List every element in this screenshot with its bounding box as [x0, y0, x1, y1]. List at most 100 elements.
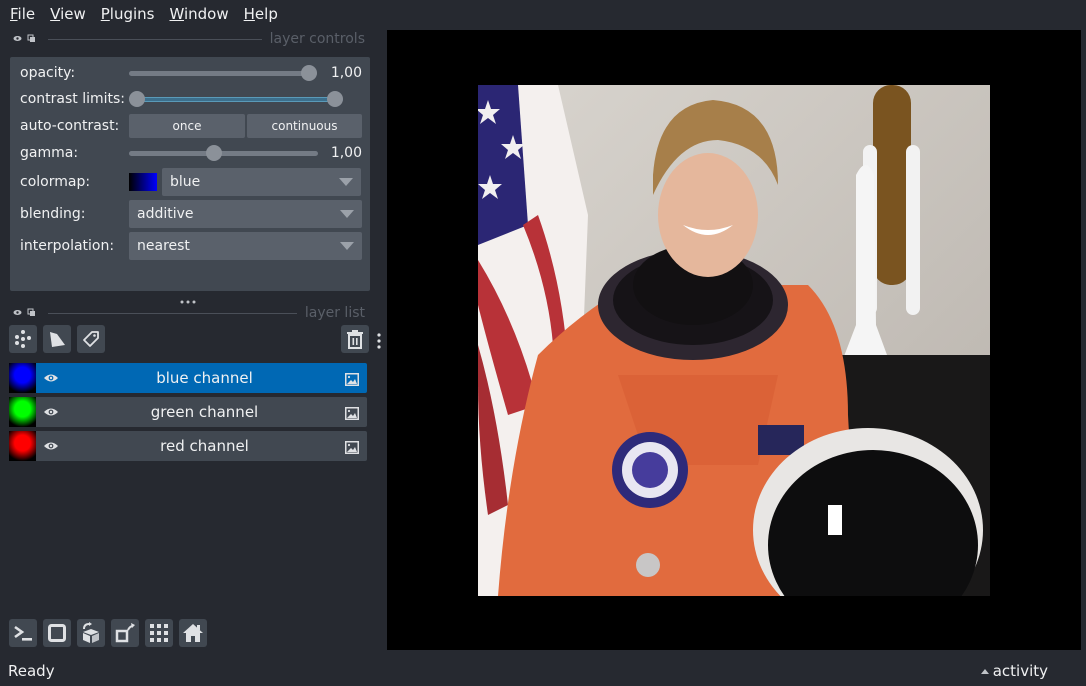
menu-file-label: ile	[17, 5, 36, 23]
dock-hide-icon[interactable]	[10, 309, 24, 318]
colormap-dropdown[interactable]: blue	[162, 168, 361, 196]
new-points-layer-button[interactable]	[9, 325, 37, 353]
image-layer-icon	[345, 371, 359, 390]
gamma-slider[interactable]	[129, 141, 318, 165]
ndisplay-2d-button[interactable]	[43, 619, 71, 647]
grid-mode-button[interactable]	[145, 619, 173, 647]
auto-contrast-label: auto-contrast:	[20, 118, 120, 134]
trash-icon	[347, 330, 363, 349]
layer-thumbnail	[9, 397, 36, 427]
viewer-canvas[interactable]	[387, 30, 1081, 650]
gamma-slider-handle[interactable]	[206, 145, 223, 161]
menu-help-mnemonic: H	[243, 5, 255, 23]
caret-up-icon	[980, 668, 989, 674]
contrast-limits-low-handle[interactable]	[129, 91, 145, 107]
blending-dropdown[interactable]: additive	[129, 200, 362, 228]
menu-window-mnemonic: W	[169, 5, 184, 23]
roll-cube-icon	[83, 622, 99, 643]
dock-title-divider	[48, 38, 262, 40]
activity-label: activity	[992, 662, 1048, 680]
contrast-limits-slider[interactable]	[129, 87, 343, 111]
interpolation-dropdown[interactable]: nearest	[129, 232, 362, 260]
dock-hide-icon[interactable]	[10, 35, 24, 44]
opacity-slider[interactable]	[129, 61, 317, 85]
points-icon	[15, 330, 31, 348]
layer-item[interactable]: green channel	[9, 397, 367, 427]
menu-window[interactable]: Window	[169, 5, 228, 23]
layer-item[interactable]: red channel	[9, 431, 367, 461]
chevron-down-icon	[340, 210, 354, 218]
console-icon	[14, 625, 32, 641]
transpose-icon	[115, 623, 135, 643]
layer-name[interactable]: green channel	[66, 403, 367, 421]
menu-file-mnemonic: F	[10, 5, 18, 23]
menu-window-label: indow	[183, 5, 229, 23]
menu-file[interactable]: File	[10, 5, 35, 23]
menu-help-label: elp	[254, 5, 278, 23]
contrast-limits-row: contrast limits:	[20, 87, 362, 111]
gamma-row: gamma: 1,00	[20, 141, 362, 165]
roll-dimensions-button[interactable]	[77, 619, 105, 647]
new-labels-layer-button[interactable]	[77, 325, 105, 353]
gamma-value: 1,00	[330, 145, 362, 161]
menu-plugins-label: lugins	[109, 5, 155, 23]
image-layer-icon	[345, 439, 359, 458]
home-icon	[183, 624, 203, 642]
opacity-slider-track	[129, 71, 317, 76]
visibility-toggle[interactable]	[36, 373, 66, 383]
astronaut-image	[478, 85, 990, 596]
layer-name[interactable]: blue channel	[66, 369, 367, 387]
layer-thumbnail	[9, 363, 36, 393]
layer-controls-dock-title: layer controls	[10, 30, 365, 48]
menu-plugins-mnemonic: P	[100, 5, 110, 23]
eye-icon	[44, 374, 58, 382]
layer-controls-title: layer controls	[269, 31, 365, 47]
interpolation-label: interpolation:	[20, 238, 115, 254]
image-layer-icon	[345, 405, 359, 424]
opacity-slider-handle[interactable]	[301, 65, 317, 81]
chevron-down-icon	[339, 178, 353, 186]
auto-contrast-once-button[interactable]: once	[129, 114, 245, 138]
layer-list-title: layer list	[304, 305, 365, 321]
delete-layer-button[interactable]	[341, 325, 369, 353]
menu-plugins[interactable]: Plugins	[101, 5, 155, 23]
contrast-limits-label: contrast limits:	[20, 91, 125, 107]
layer-item[interactable]: blue channel	[9, 363, 367, 393]
colormap-label: colormap:	[20, 174, 91, 190]
contrast-limits-range	[137, 97, 335, 102]
menu-view-mnemonic: V	[50, 5, 61, 23]
gamma-label: gamma:	[20, 145, 79, 161]
grid-icon	[150, 624, 168, 642]
auto-contrast-row: auto-contrast: once continuous	[20, 114, 362, 138]
colormap-value: blue	[170, 174, 201, 190]
opacity-label: opacity:	[20, 65, 76, 81]
blending-row: blending: additive	[20, 200, 362, 228]
more-options-icon[interactable]	[376, 331, 382, 351]
console-button[interactable]	[9, 619, 37, 647]
activity-toggle[interactable]: activity	[980, 662, 1048, 680]
transpose-dimensions-button[interactable]	[111, 619, 139, 647]
layer-list-dock-title: layer list	[10, 304, 365, 322]
contrast-limits-high-handle[interactable]	[327, 91, 343, 107]
layer-name[interactable]: red channel	[66, 437, 367, 455]
dock-float-icon[interactable]	[24, 308, 38, 319]
dock-float-icon[interactable]	[24, 34, 38, 45]
home-button[interactable]	[179, 619, 207, 647]
status-text: Ready	[8, 662, 55, 680]
menu-help[interactable]: Help	[244, 5, 278, 23]
visibility-toggle[interactable]	[36, 407, 66, 417]
auto-contrast-continuous-button[interactable]: continuous	[247, 114, 362, 138]
chevron-down-icon	[340, 242, 354, 250]
menu-view-label: iew	[60, 5, 86, 23]
interpolation-row: interpolation: nearest	[20, 232, 362, 260]
eye-icon	[44, 442, 58, 450]
layer-controls-panel: opacity: 1,00 contrast limits: auto-cont…	[10, 57, 370, 291]
new-shapes-layer-button[interactable]	[43, 325, 71, 353]
gamma-slider-track	[129, 151, 318, 156]
square-2d-icon	[48, 624, 66, 642]
menu-view[interactable]: View	[50, 5, 86, 23]
visibility-toggle[interactable]	[36, 441, 66, 451]
colormap-swatch	[129, 173, 157, 191]
tag-icon	[83, 331, 99, 347]
opacity-value: 1,00	[330, 65, 362, 81]
